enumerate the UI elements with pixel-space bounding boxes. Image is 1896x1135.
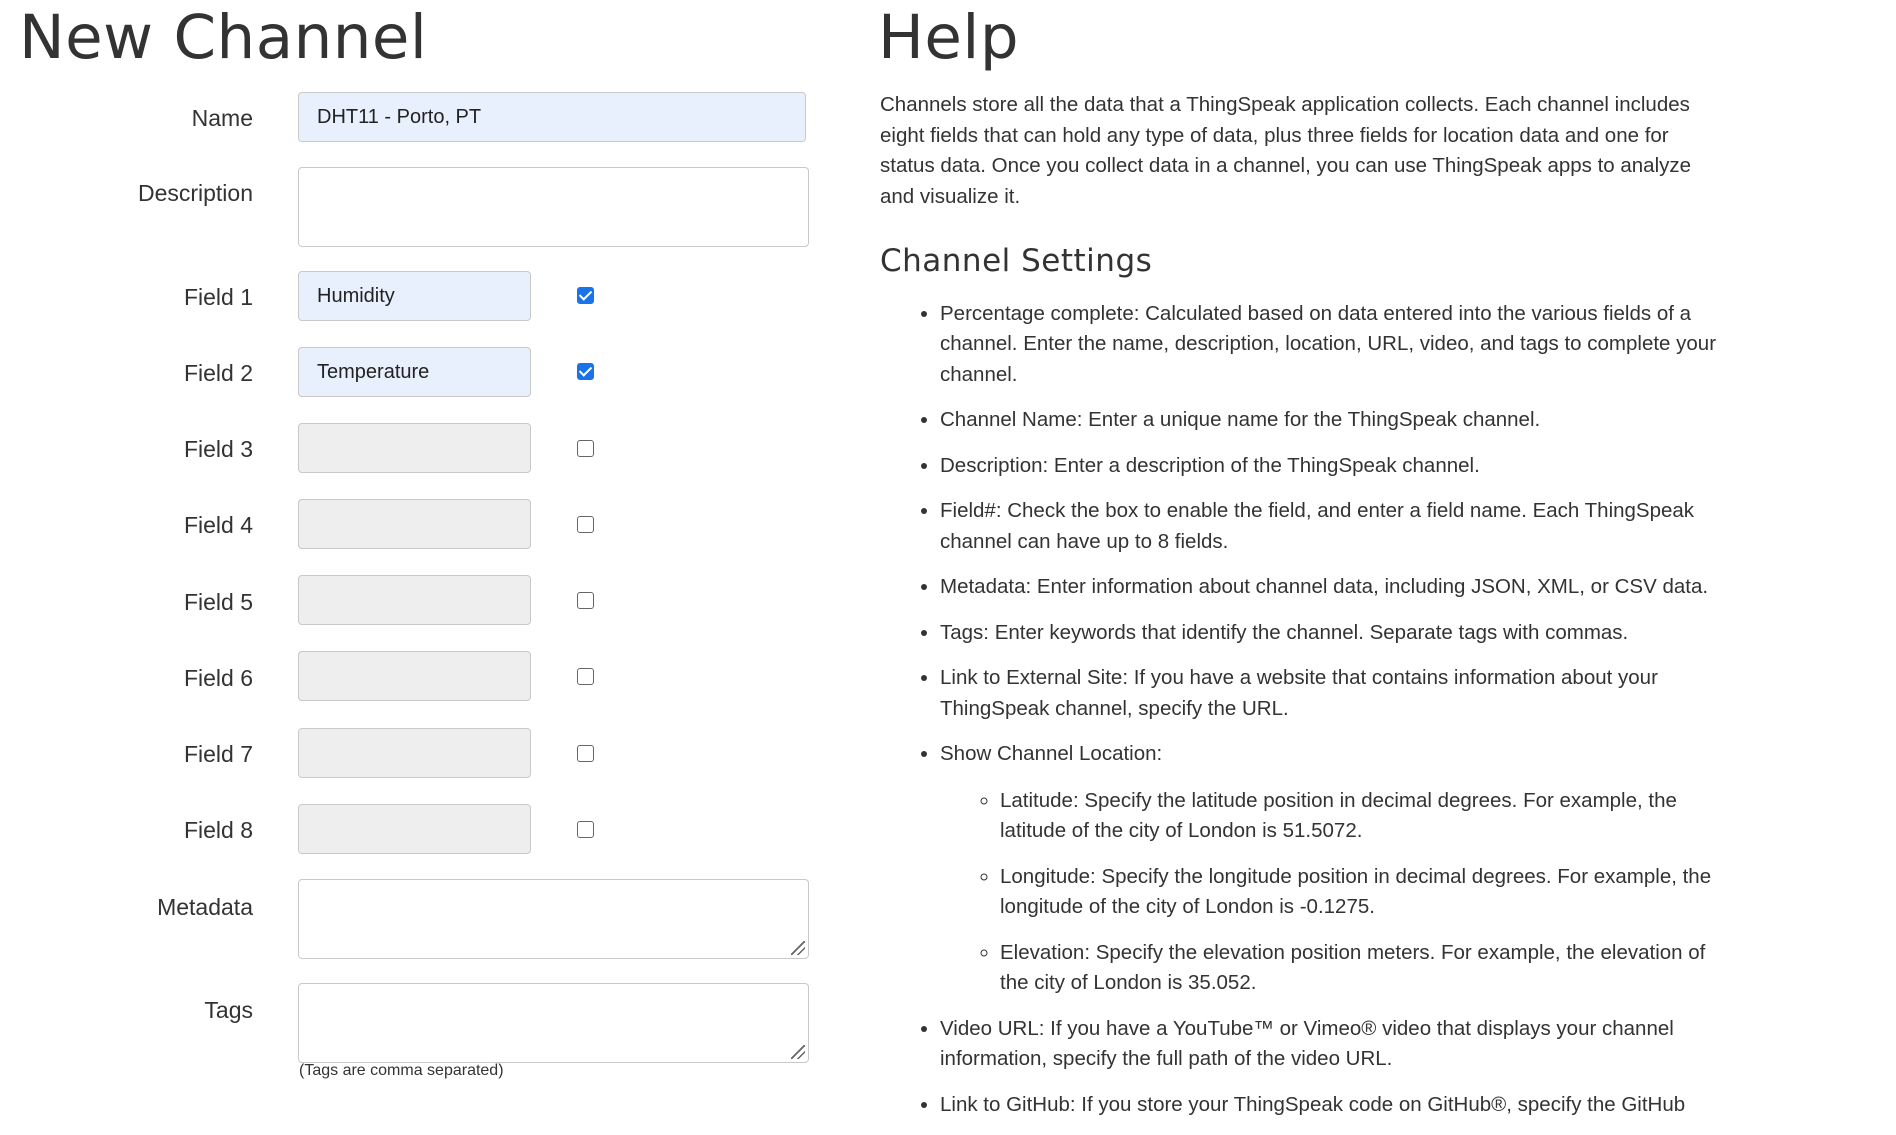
field-5-checkbox[interactable] — [577, 592, 594, 609]
list-item: Elevation: Specify the elevation positio… — [1000, 938, 1725, 999]
field-7-label: Field 7 — [183, 741, 253, 767]
field-2-checkbox[interactable] — [577, 363, 594, 380]
list-item: Latitude: Specify the latitude position … — [1000, 786, 1725, 847]
metadata-textarea[interactable] — [298, 879, 809, 959]
list-item-location: Show Channel Location: Latitude: Specify… — [940, 739, 1725, 999]
list-item: Channel Name: Enter a unique name for th… — [940, 405, 1725, 436]
resize-handle-icon[interactable] — [791, 1045, 805, 1059]
field-3-label: Field 3 — [183, 436, 253, 462]
field-6-input[interactable] — [298, 651, 531, 701]
channel-settings-heading: Channel Settings — [880, 243, 1153, 279]
field-2-input[interactable]: Temperature — [298, 347, 531, 397]
name-label: Name — [191, 105, 253, 131]
field-4-label: Field 4 — [183, 512, 253, 538]
name-input[interactable]: DHT11 - Porto, PT — [298, 92, 806, 142]
field-7-checkbox[interactable] — [577, 745, 594, 762]
description-label: Description — [137, 180, 253, 206]
list-item: Field#: Check the box to enable the fiel… — [940, 496, 1725, 557]
tags-label: Tags — [204, 997, 253, 1023]
list-item: Link to GitHub: If you store your ThingS… — [940, 1090, 1725, 1121]
field-5-label: Field 5 — [183, 589, 253, 615]
description-textarea[interactable] — [298, 167, 809, 247]
help-intro: Channels store all the data that a Thing… — [880, 93, 1692, 208]
field-1-checkbox[interactable] — [577, 287, 594, 304]
field-2-label: Field 2 — [183, 360, 253, 386]
location-list: Latitude: Specify the latitude position … — [940, 786, 1725, 999]
tags-hint: (Tags are comma separated) — [299, 1062, 504, 1079]
help-panel: Channels store all the data that a Thing… — [880, 90, 1725, 1135]
field-8-label: Field 8 — [183, 817, 253, 843]
field-1-input[interactable]: Humidity — [298, 271, 531, 321]
field-1-label: Field 1 — [183, 284, 253, 310]
list-item: Tags: Enter keywords that identify the c… — [940, 618, 1725, 649]
tags-textarea[interactable] — [298, 983, 809, 1063]
field-8-checkbox[interactable] — [577, 821, 594, 838]
page-title: New Channel — [19, 2, 428, 73]
field-6-checkbox[interactable] — [577, 668, 594, 685]
metadata-label: Metadata — [157, 894, 253, 920]
field-4-checkbox[interactable] — [577, 516, 594, 533]
field-5-input[interactable] — [298, 575, 531, 625]
field-7-input[interactable] — [298, 728, 531, 778]
list-item: Longitude: Specify the longitude positio… — [1000, 862, 1725, 923]
help-title: Help — [878, 2, 1020, 73]
list-item: Video URL: If you have a YouTube™ or Vim… — [940, 1014, 1725, 1075]
list-item: Link to External Site: If you have a web… — [940, 663, 1725, 724]
field-4-input[interactable] — [298, 499, 531, 549]
list-item: Metadata: Enter information about channe… — [940, 572, 1725, 603]
field-3-checkbox[interactable] — [577, 440, 594, 457]
list-item: Description: Enter a description of the … — [940, 451, 1725, 482]
field-3-input[interactable] — [298, 423, 531, 473]
resize-handle-icon[interactable] — [791, 941, 805, 955]
field-6-label: Field 6 — [183, 665, 253, 691]
location-heading: Show Channel Location: — [940, 742, 1163, 765]
list-item: Percentage complete: Calculated based on… — [940, 299, 1725, 391]
field-8-input[interactable] — [298, 804, 531, 854]
settings-list: Percentage complete: Calculated based on… — [880, 299, 1725, 1121]
